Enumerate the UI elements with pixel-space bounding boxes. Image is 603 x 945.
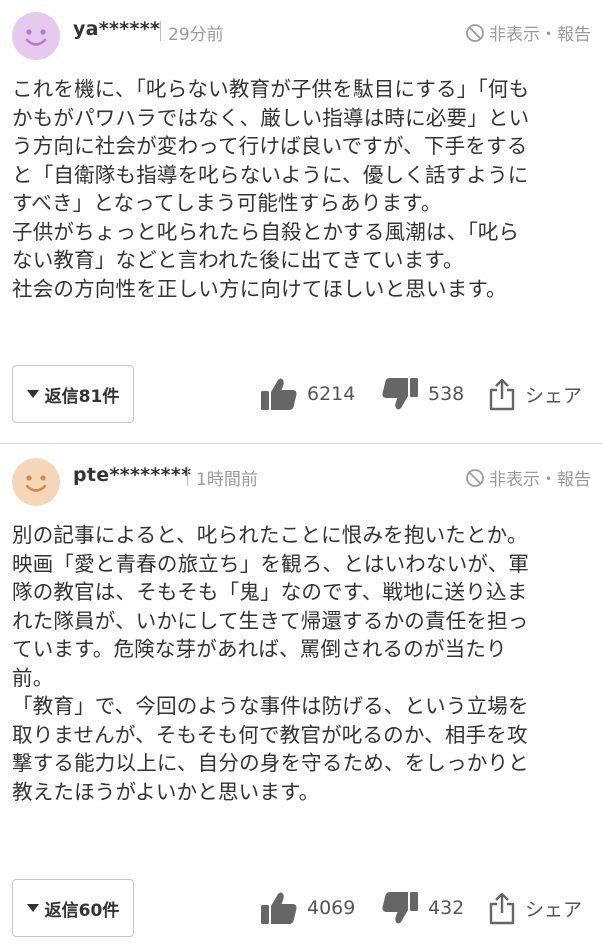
comment-1: ya****** 29分前 非表示・報告 これを機に、「叱らない教育が子供を駄目…	[0, 0, 603, 443]
comment-body: これを機に、「叱らない教育が子供を駄目にする」「何も かもがパワハラではなく、厳…	[12, 77, 530, 301]
reply-toggle-button[interactable]: 返信60件	[12, 879, 134, 937]
user-avatar-icon	[12, 458, 60, 506]
prohibit-icon	[466, 23, 484, 42]
prohibit-icon	[466, 468, 484, 487]
like-button[interactable]: 4069	[260, 891, 355, 925]
timestamp: 1時間前	[196, 470, 258, 490]
user-avatar-icon	[12, 12, 60, 60]
reply-count-label: 返信60件	[44, 900, 120, 921]
dislike-button[interactable]: 432	[381, 891, 464, 925]
share-button[interactable]: シェア	[488, 891, 582, 925]
share-button[interactable]: シェア	[488, 377, 582, 411]
thumbs-down-icon	[382, 892, 418, 924]
share-icon	[489, 378, 515, 411]
like-button[interactable]: 6214	[260, 377, 355, 411]
timestamp: 29分前	[168, 25, 224, 45]
hide-report-label: 非表示・報告	[489, 470, 591, 490]
dislike-button[interactable]: 538	[381, 377, 464, 411]
like-count: 4069	[307, 897, 356, 919]
comment-2: pte******** 1時間前 非表示・報告 別の記事によると、叱られたことに…	[0, 444, 603, 945]
hide-report-label: 非表示・報告	[489, 25, 591, 45]
hide-report-link[interactable]: 非表示・報告	[465, 465, 591, 490]
username[interactable]: ya******	[73, 18, 160, 40]
hide-report-link[interactable]: 非表示・報告	[465, 20, 591, 45]
divider	[187, 466, 188, 486]
divider	[160, 21, 161, 41]
comment-body: 別の記事によると、叱られたことに恨みを抱いたとか。 映画「愛と青春の旅立ち」を観…	[12, 523, 530, 804]
avatar[interactable]	[12, 458, 60, 506]
thumbs-up-icon	[261, 892, 297, 924]
triangle-down-icon	[26, 390, 39, 398]
username[interactable]: pte********	[73, 464, 191, 486]
reply-toggle-button[interactable]: 返信81件	[12, 365, 134, 423]
reply-count-label: 返信81件	[44, 386, 120, 407]
share-label: シェア	[525, 898, 583, 921]
thumbs-down-icon	[382, 378, 418, 410]
avatar[interactable]	[12, 12, 60, 60]
triangle-down-icon	[26, 904, 39, 912]
thumbs-up-icon	[261, 378, 297, 410]
like-count: 6214	[307, 383, 356, 405]
share-label: シェア	[525, 384, 583, 407]
share-icon	[489, 892, 515, 925]
dislike-count: 432	[428, 897, 465, 919]
dislike-count: 538	[428, 383, 465, 405]
